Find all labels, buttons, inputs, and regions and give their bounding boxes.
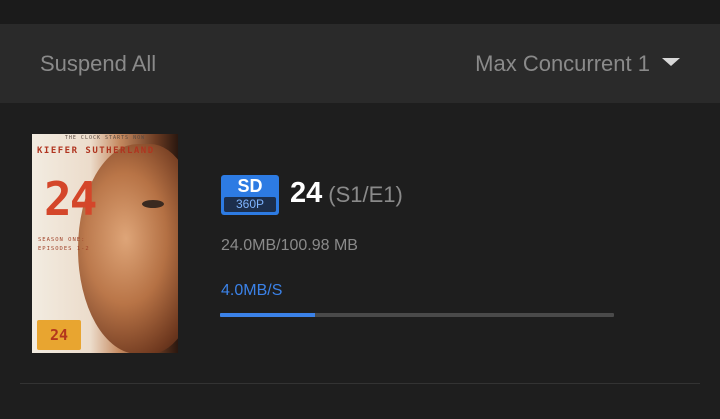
download-item[interactable]: THE CLOCK STARTS NOW KIEFER SUTHERLAND 2…: [0, 103, 720, 383]
poster-number: 24: [44, 172, 97, 226]
quality-resolution: 360P: [224, 197, 276, 212]
poster-season-line2: EPISODES 1-2: [38, 246, 90, 252]
status-bar-area: [0, 0, 720, 24]
chevron-down-icon: [662, 58, 680, 66]
title-row: 24 (S1/E1): [290, 177, 403, 210]
download-progress-bar: [220, 313, 614, 317]
list-divider: [20, 383, 700, 384]
max-concurrent-label: Max Concurrent 1: [475, 51, 650, 76]
poster-actor: KIEFER SUTHERLAND: [37, 146, 155, 156]
poster-tagline: THE CLOCK STARTS NOW: [64, 135, 146, 141]
poster-badge: 24: [37, 320, 81, 350]
quality-badge: SD 360P: [221, 175, 279, 215]
episode-label: (S1/E1): [328, 182, 403, 207]
download-size: 24.0MB/100.98 MB: [221, 237, 358, 254]
download-progress-fill: [220, 313, 315, 317]
download-speed: 4.0MB/S: [221, 282, 283, 299]
poster-thumbnail[interactable]: THE CLOCK STARTS NOW KIEFER SUTHERLAND 2…: [32, 134, 178, 353]
video-title: 24: [290, 177, 323, 209]
suspend-all-button[interactable]: Suspend All: [40, 51, 156, 77]
poster-season-line1: SEASON ONE:: [38, 237, 86, 243]
quality-label: SD: [237, 176, 263, 196]
download-toolbar: Suspend All Max Concurrent 1: [0, 24, 720, 103]
max-concurrent-dropdown[interactable]: Max Concurrent 1: [475, 51, 680, 77]
poster-eye: [142, 200, 164, 208]
poster-season: SEASON ONE: EPISODES 1-2: [38, 236, 90, 254]
